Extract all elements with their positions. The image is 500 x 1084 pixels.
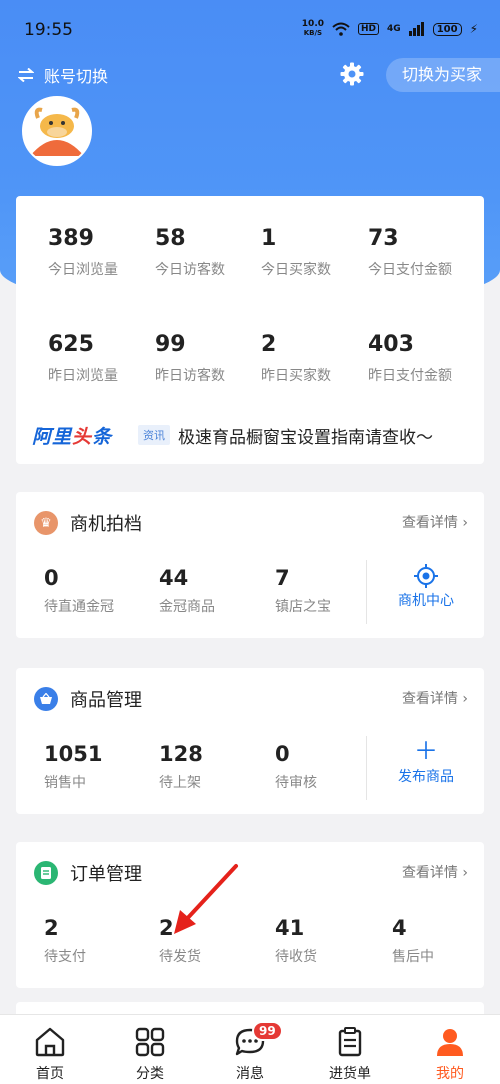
status-icons: 10.0 KB/S HD 4G 100 ⚡ [302, 20, 478, 38]
chevron-right-icon: › [462, 515, 468, 531]
stat-today-buyers[interactable]: 1 今日买家数 [261, 226, 371, 279]
product-detail-link[interactable]: 查看详情 › [402, 688, 468, 708]
news-text: 极速育品橱窗宝设置指南请查收～ [178, 427, 434, 448]
grid-icon [135, 1027, 165, 1057]
metric-on-sale[interactable]: 1051 销售中 [44, 742, 102, 792]
stat-today-payment[interactable]: 73 今日支付金额 [368, 226, 478, 279]
metric-pending-crown[interactable]: 0 待直通金冠 [44, 566, 114, 616]
orders-title: 订单管理 [70, 864, 142, 885]
target-icon [368, 560, 484, 590]
stats-card: 389 今日浏览量 58 今日访客数 1 今日买家数 73 今日支付金额 625… [16, 196, 484, 464]
metric-pending-payment[interactable]: 2 待支付 [44, 916, 86, 966]
charging-icon: ⚡ [469, 22, 478, 36]
product-card: 商品管理 查看详情 › 1051 销售中 128 待上架 0 待审核 ＋ 发布商… [16, 668, 484, 814]
person-icon [437, 1029, 463, 1056]
home-icon [35, 1027, 65, 1057]
crown-icon: ♛ [34, 511, 58, 535]
stat-yesterday-payment[interactable]: 403 昨日支付金额 [368, 332, 478, 385]
annotation-arrow-icon [174, 864, 238, 934]
metric-pending-receipt[interactable]: 41 待收货 [275, 916, 317, 966]
news-ticker[interactable]: 阿里头条 资讯 极速育品橱窗宝设置指南请查收～ [16, 414, 484, 456]
hd-indicator: HD [358, 23, 380, 35]
orders-header: 订单管理 [34, 860, 142, 886]
stat-yesterday-views[interactable]: 625 昨日浏览量 [48, 332, 158, 385]
stat-yesterday-visitors[interactable]: 99 昨日访客数 [155, 332, 265, 385]
network-type: 4G [387, 24, 401, 34]
metric-pending-listing[interactable]: 128 待上架 [159, 742, 203, 792]
network-speed: 10.0 KB/S [301, 19, 325, 38]
gear-icon[interactable] [340, 62, 364, 86]
unread-badge: 99 [252, 1021, 283, 1041]
news-tag: 资讯 [138, 425, 171, 445]
opportunity-detail-link[interactable]: 查看详情 › [402, 512, 468, 532]
tab-messages[interactable]: 99 消息 [200, 1015, 300, 1084]
switch-to-buyer-button[interactable]: 切换为买家 [386, 58, 500, 92]
stat-today-views[interactable]: 389 今日浏览量 [48, 226, 158, 279]
top-bar: 账号切换 切换为买家 [0, 58, 500, 94]
bottom-tab-bar: 首页 分类 99 消息 进货单 我的 [0, 1014, 500, 1084]
ali-headlines-logo: 阿里头条 [32, 425, 113, 448]
metric-store-treasure[interactable]: 7 镇店之宝 [275, 566, 331, 616]
status-bar: 19:55 10.0 KB/S HD 4G 100 ⚡ [0, 0, 500, 60]
switch-account-button[interactable]: 账号切换 [18, 63, 108, 87]
signal-icon [408, 22, 424, 36]
opportunity-header: ♛ 商机拍档 [34, 510, 142, 536]
chevron-right-icon: › [462, 865, 468, 881]
wifi-icon [332, 22, 350, 36]
product-header: 商品管理 [34, 686, 142, 712]
stat-today-visitors[interactable]: 58 今日访客数 [155, 226, 265, 279]
divider [366, 736, 367, 800]
battery-indicator: 100 [432, 22, 462, 36]
chevron-right-icon: › [462, 691, 468, 707]
opportunity-card: ♛ 商机拍档 查看详情 › 0 待直通金冠 44 金冠商品 7 镇店之宝 商机中… [16, 492, 484, 638]
plus-icon: ＋ [414, 737, 438, 765]
metric-crown-products[interactable]: 44 金冠商品 [159, 566, 215, 616]
tab-purchase-list[interactable]: 进货单 [300, 1015, 400, 1084]
metric-pending-review[interactable]: 0 待审核 [275, 742, 317, 792]
status-time: 19:55 [24, 20, 73, 40]
clipboard-icon [338, 1027, 362, 1057]
opportunity-center-button[interactable]: 商机中心 [368, 560, 484, 610]
avatar[interactable] [22, 96, 92, 166]
tab-category[interactable]: 分类 [100, 1015, 200, 1084]
swap-icon [18, 68, 34, 82]
divider [366, 560, 367, 624]
switch-account-label: 账号切换 [44, 67, 109, 86]
orders-card: 订单管理 查看详情 › 2 待支付 2 待发货 41 待收货 4 售后中 [16, 842, 484, 988]
publish-product-button[interactable]: ＋ 发布商品 [368, 736, 484, 786]
basket-icon [34, 687, 58, 711]
stat-yesterday-buyers[interactable]: 2 昨日买家数 [261, 332, 371, 385]
product-title: 商品管理 [70, 690, 142, 711]
document-icon [34, 861, 58, 885]
metric-after-sales[interactable]: 4 售后中 [392, 916, 434, 966]
bull-mascot-icon [24, 98, 90, 164]
tab-mine[interactable]: 我的 [400, 1015, 500, 1084]
tab-home[interactable]: 首页 [0, 1015, 100, 1084]
orders-detail-link[interactable]: 查看详情 › [402, 862, 468, 882]
opportunity-title: 商机拍档 [70, 514, 142, 535]
